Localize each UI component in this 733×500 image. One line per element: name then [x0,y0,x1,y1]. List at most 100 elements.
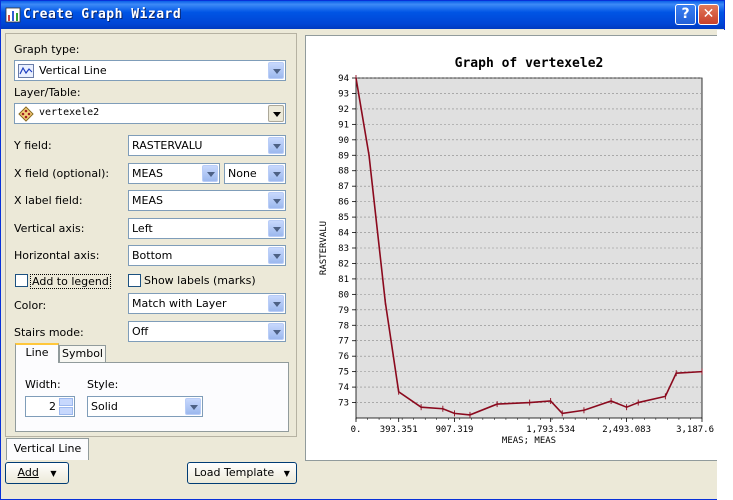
vertical-line-graph-icon [18,64,34,78]
chevron-down-icon[interactable] [202,165,218,182]
x-label-field-value: MEAS [132,194,163,207]
chevron-down-icon[interactable] [268,192,284,209]
vertical-axis-value: Left [132,222,153,235]
horizontal-axis-label: Horizontal axis: [14,249,100,262]
chevron-down-icon[interactable] [268,220,284,237]
window-title: Create Graph Wizard [23,7,182,22]
x-label-field-select[interactable]: MEAS [128,190,286,211]
tab-symbol[interactable]: Symbol [59,345,106,363]
y-tick-label: 86 [338,198,349,208]
graph-preview-panel: Graph of vertexele2 73 74 75 76 77 78 79 80 81 82 8… [305,35,718,461]
color-value: Match with Layer [132,297,227,310]
chevron-down-icon[interactable] [268,295,284,312]
y-tick-label: 77 [338,337,349,347]
y-field-value: RASTERVALU [132,139,203,152]
horizontal-axis-select[interactable]: Bottom [128,245,286,266]
y-tick-label: 81 [338,275,349,285]
y-tick-label: 75 [338,368,349,378]
y-tick-label: 90 [338,136,349,146]
y-axis-label: RASTERVALU [319,221,329,275]
chevron-down-icon[interactable] [268,105,284,122]
chevron-down-icon[interactable] [268,165,284,182]
chevron-down-icon[interactable] [185,398,201,415]
y-tick-label: 80 [338,290,349,300]
x-tick-label: 907.319 [436,425,474,435]
y-tick-label: 89 [338,151,349,161]
add-button-label: Add [17,466,39,479]
y-tick-label: 94 [338,74,349,84]
chevron-down-icon[interactable] [268,137,284,154]
width-value: 2 [49,400,56,413]
x-tick-label: 0. [351,425,362,435]
vertical-axis-label: Vertical axis: [14,222,85,235]
stairs-mode-select[interactable]: Off [128,321,286,342]
show-labels-label[interactable]: Show labels (marks) [144,274,256,287]
spin-up-icon[interactable] [59,398,73,406]
y-field-label: Y field: [14,139,52,152]
y-tick-label: 85 [338,213,349,223]
y-tick-label: 82 [338,259,349,269]
color-select[interactable]: Match with Layer [128,293,286,314]
dropdown-arrow-icon: ▼ [50,469,57,478]
y-tick-label: 87 [338,182,349,192]
style-select[interactable]: Solid [87,396,203,417]
stairs-mode-value: Off [132,325,149,338]
title-bar[interactable]: Create Graph Wizard ? ✕ [1,1,724,29]
spin-down-icon[interactable] [59,407,73,415]
x-axis-label: MEAS; MEAS [502,436,556,446]
add-to-legend-checkbox[interactable] [15,274,28,287]
add-button[interactable]: Add ▼ [5,462,69,484]
dropdown-arrow-icon: ▼ [283,469,290,478]
graph-type-select[interactable]: Vertical Line [14,60,286,81]
show-labels-checkbox[interactable] [128,274,141,287]
help-button[interactable]: ? [675,4,696,25]
graph-preview-chart: Graph of vertexele2 73 74 75 76 77 78 79 80 81 82 8… [319,56,714,446]
width-spinner[interactable]: 2 [25,396,75,417]
horizontal-axis-value: Bottom [132,249,173,262]
x-tick-label: 1,793.534 [526,425,575,435]
close-button[interactable]: ✕ [698,4,719,25]
y-tick-label: 74 [338,383,349,393]
graph-type-label: Graph type: [14,43,80,56]
stairs-mode-label: Stairs mode: [14,326,84,339]
chevron-down-icon[interactable] [268,323,284,340]
add-to-legend-label[interactable]: Add to legend [30,274,111,289]
vertical-axis-select[interactable]: Left [128,218,286,239]
chevron-down-icon[interactable] [268,62,284,79]
color-label: Color: [14,299,47,312]
chevron-down-icon[interactable] [268,247,284,264]
x-field-label: X field (optional): [14,167,110,180]
layer-icon [18,106,34,122]
chart-title: Graph of vertexele2 [455,56,604,71]
line-tab-page: Width: 2 Style: Solid [15,362,289,432]
x-tick-label: 3,187.6 [676,425,714,435]
y-tick-label: 88 [338,167,349,177]
graph-settings-panel: Graph type: Vertical Line Layer/Table: v… [5,33,297,437]
graph-wizard-icon [5,7,21,23]
style-label: Style: [87,378,119,391]
y-tick-label: 79 [338,306,349,316]
layer-select[interactable]: vertexele2 [14,103,286,124]
y-tick-label: 84 [338,229,349,239]
x-tick-label: 2,493.083 [602,425,651,435]
load-template-button[interactable]: Load Template ▼ [187,462,297,484]
width-label: Width: [25,378,61,391]
x-field-value: MEAS [132,167,163,180]
layer-label: Layer/Table: [14,86,81,99]
y-tick-label: 83 [338,244,349,254]
x-field-select[interactable]: MEAS [128,163,220,184]
layer-value: vertexele2 [39,107,100,118]
graph-type-value: Vertical Line [39,64,107,77]
style-value: Solid [91,400,118,413]
y-tick-label: 73 [338,399,349,409]
y-tick-label: 92 [338,105,349,115]
y-tick-label: 78 [338,321,349,331]
tab-line[interactable]: Line [15,343,59,363]
y-tick-label: 93 [338,89,349,99]
y-field-select[interactable]: RASTERVALU [128,135,286,156]
x-field-normalization-value: None [228,167,257,180]
y-tick-label: 76 [338,352,349,362]
series-tab-vertical-line[interactable]: Vertical Line [6,438,89,460]
x-field-normalization-select[interactable]: None [224,163,286,184]
x-label-field-label: X label field: [14,194,83,207]
